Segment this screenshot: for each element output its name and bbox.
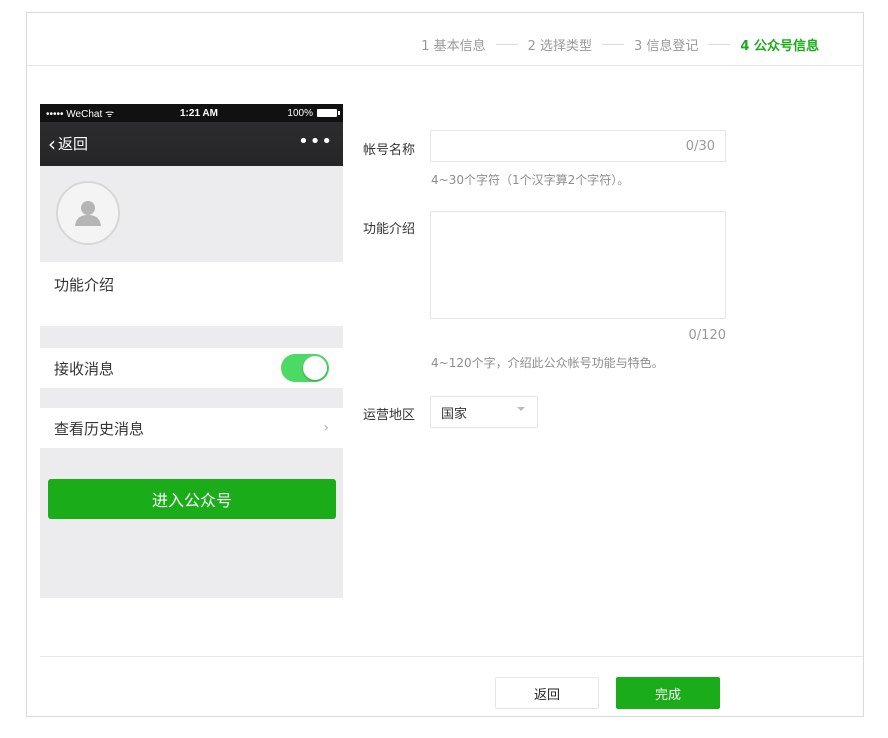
avatar-area	[40, 166, 343, 262]
history-messages-cell: 查看历史消息 ›	[40, 408, 343, 448]
region-label: 运营地区	[363, 408, 416, 423]
carrier-text: ••••• WeChat ᯤ	[46, 109, 115, 120]
footer-divider	[40, 656, 863, 657]
receive-messages-cell: 接收消息	[40, 348, 343, 388]
registration-panel: 1 基本信息 2 选择类型 3 信息登记 4 公众号信息 ••••• WeCha…	[26, 12, 864, 717]
status-time: 1:21 AM	[180, 107, 218, 119]
battery-percent: 100%	[287, 107, 313, 119]
description-counter: 0/120	[688, 328, 726, 343]
chevron-right-icon: ›	[323, 420, 329, 436]
more-icon: •••	[298, 131, 333, 152]
header-divider	[27, 65, 863, 66]
step-divider	[495, 44, 518, 45]
phone-back-label: 返回	[58, 135, 89, 153]
region-select[interactable]: 国家	[430, 396, 538, 428]
phone-status-bar: ••••• WeChat ᯤ 1:21 AM 100%	[40, 104, 343, 122]
step-divider	[602, 44, 625, 45]
step-select-type: 2 选择类型	[527, 39, 593, 54]
description-hint: 4~120个字，介绍此公众帐号功能与特色。	[431, 356, 664, 370]
receive-messages-toggle	[281, 354, 329, 382]
receive-messages-label: 接收消息	[54, 359, 115, 378]
region-select-value: 国家	[441, 406, 468, 422]
step-account-info: 4 公众号信息	[740, 39, 819, 54]
back-button[interactable]: 返回	[495, 677, 599, 709]
battery-icon	[317, 109, 340, 117]
description-textarea[interactable]	[430, 211, 726, 319]
battery-status: 100%	[287, 107, 340, 119]
phone-intro-label: 功能介绍	[54, 276, 115, 294]
step-indicator: 1 基本信息 2 选择类型 3 信息登记 4 公众号信息	[421, 35, 819, 54]
account-name-counter: 0/30	[685, 139, 715, 154]
step-divider	[708, 44, 731, 45]
phone-intro-row: 功能介绍	[40, 262, 343, 326]
history-messages-label: 查看历史消息	[54, 419, 145, 438]
description-label: 功能介绍	[363, 222, 416, 237]
account-name-hint: 4~30个字符（1个汉字算2个字符）。	[431, 173, 630, 187]
avatar	[56, 181, 120, 245]
phone-preview: ••••• WeChat ᯤ 1:21 AM 100% ‹ 返回 ••• 功能介…	[40, 104, 343, 598]
phone-back-button: ‹ 返回	[48, 133, 88, 154]
account-name-label: 帐号名称	[363, 143, 416, 158]
step-basic-info: 1 基本信息	[421, 39, 486, 54]
user-icon	[75, 201, 101, 226]
chevron-left-icon: ‹	[48, 131, 56, 156]
step-info-register: 3 信息登记	[634, 39, 699, 54]
done-button[interactable]: 完成	[616, 677, 720, 709]
phone-nav-bar: ‹ 返回 •••	[40, 122, 343, 166]
enter-account-button: 进入公众号	[48, 479, 336, 519]
dropdown-arrow-icon	[517, 407, 525, 411]
